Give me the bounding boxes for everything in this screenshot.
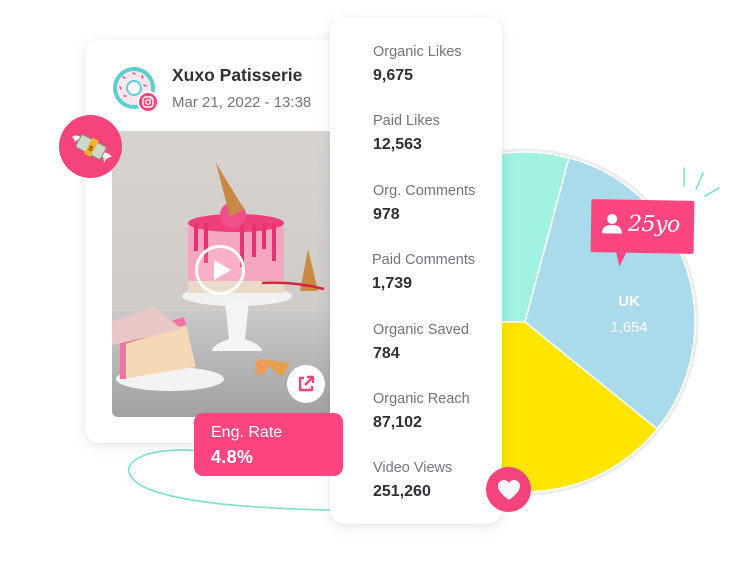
account-avatar[interactable] — [111, 65, 159, 113]
open-post-button[interactable] — [287, 365, 325, 403]
money-with-wings-icon: $ — [71, 133, 112, 163]
metric-paid-comments: Paid Comments 1,739 — [372, 252, 475, 293]
metric-label: Paid Comments — [372, 252, 476, 268]
metric-value: 87,102 — [373, 414, 422, 431]
metric-value: 9,675 — [373, 67, 414, 84]
metric-video-views: Video Views 251,260 — [373, 460, 452, 501]
tooltip-tail — [615, 249, 628, 267]
play-icon — [214, 260, 231, 280]
person-icon — [601, 213, 622, 234]
metric-org-comments: Org. Comments 978 — [373, 183, 475, 224]
metric-value: 251,260 — [373, 483, 431, 500]
metric-paid-likes: Paid Likes 12,563 — [373, 113, 440, 154]
post-metrics-card: Organic Likes 9,675 Paid Likes 12,563 Or… — [330, 17, 502, 524]
metric-value: 12,563 — [373, 136, 422, 153]
external-link-icon — [298, 375, 315, 392]
metric-label: Org. Comments — [373, 183, 476, 199]
post-media-thumbnail[interactable] — [112, 131, 333, 417]
instagram-icon — [137, 91, 159, 113]
play-button[interactable] — [195, 245, 245, 295]
metric-label: Organic Reach — [373, 391, 470, 407]
sparkle-lines-icon — [683, 167, 720, 197]
metric-value: 1,739 — [372, 275, 413, 292]
pie-slice-label: UK — [618, 293, 640, 310]
audience-age-value: 25yo — [627, 211, 680, 238]
metric-label: Organic Saved — [373, 322, 469, 338]
metric-value: 978 — [373, 206, 400, 223]
post-card[interactable]: Xuxo Patisserie Mar 21, 2022 - 13:38 — [85, 40, 358, 443]
paid-promotion-badge: $ — [59, 115, 122, 178]
engagement-rate-label: Eng. Rate — [211, 424, 283, 441]
pie-slice-value: 1,654 — [610, 319, 648, 336]
post-date: Mar 21, 2022 - 13:38 — [172, 94, 312, 111]
engagement-rate-badge: Eng. Rate 4.8% — [194, 413, 343, 476]
metric-value: 784 — [373, 345, 400, 362]
heart-icon — [497, 479, 520, 500]
account-name: Xuxo Patisserie — [172, 65, 303, 85]
metric-label: Video Views — [373, 460, 453, 476]
metric-organic-saved: Organic Saved 784 — [373, 322, 469, 363]
audience-age-tooltip: 25yo — [590, 199, 695, 267]
metric-label: Organic Likes — [373, 44, 462, 60]
metric-organic-reach: Organic Reach 87,102 — [373, 391, 470, 432]
metric-organic-likes: Organic Likes 9,675 — [373, 44, 462, 85]
engagement-rate-value: 4.8% — [211, 447, 254, 467]
likes-badge — [486, 467, 531, 512]
metric-label: Paid Likes — [373, 113, 440, 129]
